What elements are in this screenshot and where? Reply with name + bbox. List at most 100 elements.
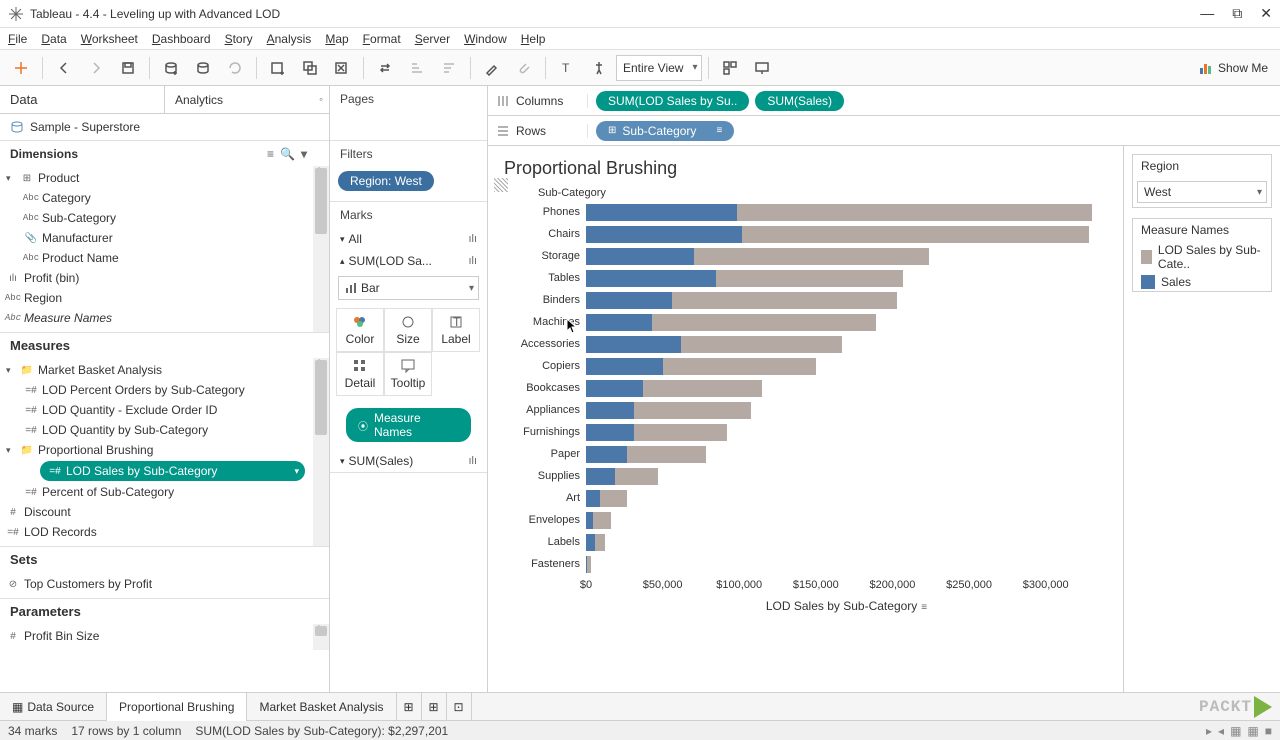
dimensions-scrollbar[interactable] bbox=[313, 166, 329, 332]
show-me-button[interactable]: Show Me bbox=[1192, 60, 1274, 76]
bar-sales[interactable] bbox=[586, 512, 593, 529]
marks-all[interactable]: ▾Allılı bbox=[330, 228, 487, 250]
region-select[interactable]: West bbox=[1137, 181, 1267, 203]
bar-row[interactable]: Binders bbox=[504, 289, 1107, 311]
menu-story[interactable]: Story bbox=[225, 32, 253, 46]
bar-row[interactable]: Machines bbox=[504, 311, 1107, 333]
menu-format[interactable]: Format bbox=[363, 32, 401, 46]
pages-shelf[interactable]: Pages bbox=[330, 86, 487, 112]
tab-analytics[interactable]: Analytics◦ bbox=[165, 86, 329, 113]
field-lod-records[interactable]: =#LOD Records bbox=[0, 522, 329, 542]
menu-map[interactable]: Map bbox=[325, 32, 348, 46]
sb-icon[interactable]: ▦ bbox=[1230, 724, 1241, 738]
field-category[interactable]: AbcCategory bbox=[0, 188, 329, 208]
marks-pill-measure-names[interactable]: ⦿Measure Names bbox=[346, 408, 471, 442]
presentation-button[interactable] bbox=[747, 54, 777, 82]
bar-sales[interactable] bbox=[586, 424, 634, 441]
field-profit-bin-[interactable]: ılıProfit (bin) bbox=[0, 268, 329, 288]
field-discount[interactable]: #Discount bbox=[0, 502, 329, 522]
bar-sales[interactable] bbox=[586, 380, 643, 397]
bar-row[interactable]: Fasteners bbox=[504, 553, 1107, 575]
bar-row[interactable]: Paper bbox=[504, 443, 1107, 465]
field-top-customers-by-profit[interactable]: ⊘Top Customers by Profit bbox=[0, 574, 329, 594]
bar-row[interactable]: Tables bbox=[504, 267, 1107, 289]
column-pill[interactable]: SUM(Sales) bbox=[755, 91, 844, 111]
marks-shelf1[interactable]: ▴SUM(LOD Sa...ılı bbox=[330, 250, 487, 272]
bar-row[interactable]: Chairs bbox=[504, 223, 1107, 245]
row-pill[interactable]: ⊞Sub-Category≡ bbox=[596, 121, 734, 141]
sb-icon[interactable]: ◂ bbox=[1218, 724, 1224, 738]
menu-data[interactable]: Data bbox=[41, 32, 66, 46]
forward-button[interactable] bbox=[81, 54, 111, 82]
column-pill[interactable]: SUM(LOD Sales by Su.. bbox=[596, 91, 749, 111]
marks-shelf2[interactable]: ▾SUM(Sales)ılı bbox=[330, 450, 487, 472]
field-profit-bin-size[interactable]: #Profit Bin Size bbox=[0, 626, 329, 646]
menu-server[interactable]: Server bbox=[415, 32, 450, 46]
labels-button[interactable]: T bbox=[552, 54, 582, 82]
bar-sales[interactable] bbox=[586, 446, 627, 463]
bar-sales[interactable] bbox=[586, 314, 652, 331]
legend-item[interactable]: LOD Sales by Sub-Cate.. bbox=[1133, 241, 1271, 273]
params-scrollbar[interactable] bbox=[313, 624, 329, 650]
duplicate-button[interactable] bbox=[295, 54, 325, 82]
bar-sales[interactable] bbox=[586, 248, 694, 265]
refresh-button[interactable] bbox=[220, 54, 250, 82]
legend-item[interactable]: Sales bbox=[1133, 273, 1271, 291]
bar-row[interactable]: Supplies bbox=[504, 465, 1107, 487]
show-cards-button[interactable] bbox=[715, 54, 745, 82]
highlight-button[interactable] bbox=[477, 54, 507, 82]
pause-data-button[interactable] bbox=[188, 54, 218, 82]
bar-row[interactable]: Appliances bbox=[504, 399, 1107, 421]
back-button[interactable] bbox=[49, 54, 79, 82]
menu-file[interactable]: File bbox=[8, 32, 27, 46]
bar-sales[interactable] bbox=[586, 226, 742, 243]
bar-sales[interactable] bbox=[586, 556, 587, 573]
field-measure-names[interactable]: AbcMeasure Names bbox=[0, 308, 329, 328]
mark-type-select[interactable]: Bar bbox=[338, 276, 479, 300]
field-lod-quantity-by-sub-category[interactable]: =#LOD Quantity by Sub-Category bbox=[0, 420, 329, 440]
field-product[interactable]: ▾⊞Product bbox=[0, 168, 329, 188]
save-button[interactable] bbox=[113, 54, 143, 82]
bar-sales[interactable] bbox=[586, 468, 615, 485]
datasource-row[interactable]: Sample - Superstore bbox=[0, 114, 329, 140]
columns-shelf[interactable]: Columns SUM(LOD Sales by Su..SUM(Sales) bbox=[488, 86, 1280, 116]
view-icon[interactable]: ≡ bbox=[267, 147, 274, 161]
field-proportional-brushing[interactable]: ▾📁Proportional Brushing bbox=[0, 440, 329, 460]
field-lod-sales-by-sub-category[interactable]: =#LOD Sales by Sub-Category▾ bbox=[40, 461, 305, 481]
field-lod-percent-orders-by-sub-category[interactable]: =#LOD Percent Orders by Sub-Category bbox=[0, 380, 329, 400]
sheet-tab-proportional-brushing[interactable]: Proportional Brushing bbox=[107, 693, 247, 721]
field-region[interactable]: AbcRegion bbox=[0, 288, 329, 308]
new-worksheet-button[interactable] bbox=[263, 54, 293, 82]
bar-row[interactable]: Envelopes bbox=[504, 509, 1107, 531]
new-dashboard-tab[interactable]: ⊞ bbox=[422, 693, 447, 721]
menu-analysis[interactable]: Analysis bbox=[267, 32, 312, 46]
marks-size[interactable]: Size bbox=[384, 308, 432, 352]
bar-row[interactable]: Accessories bbox=[504, 333, 1107, 355]
bar-row[interactable]: Furnishings bbox=[504, 421, 1107, 443]
bar-sales[interactable] bbox=[586, 204, 737, 221]
analytics-menu-icon[interactable]: ◦ bbox=[319, 94, 323, 106]
minimize-button[interactable]: — bbox=[1200, 5, 1214, 22]
field-sub-category[interactable]: AbcSub-Category bbox=[0, 208, 329, 228]
sb-icon[interactable]: ▦ bbox=[1247, 724, 1258, 738]
bar-sales[interactable] bbox=[586, 402, 634, 419]
tab-data[interactable]: Data bbox=[0, 86, 165, 113]
marks-label[interactable]: TLabel bbox=[432, 308, 480, 352]
pin-button[interactable] bbox=[584, 54, 614, 82]
fit-select[interactable]: Entire View bbox=[616, 55, 702, 81]
filter-pill-region[interactable]: Region: West bbox=[338, 171, 434, 191]
measures-scrollbar[interactable] bbox=[313, 358, 329, 546]
field-market-basket-analysis[interactable]: ▾📁Market Basket Analysis bbox=[0, 360, 329, 380]
bar-sales[interactable] bbox=[586, 292, 672, 309]
sort-desc-button[interactable] bbox=[434, 54, 464, 82]
bar-row[interactable]: Labels bbox=[504, 531, 1107, 553]
field-lod-quantity-exclude-order-id[interactable]: =#LOD Quantity - Exclude Order ID bbox=[0, 400, 329, 420]
menu-window[interactable]: Window bbox=[464, 32, 507, 46]
marks-tooltip[interactable]: Tooltip bbox=[384, 352, 432, 396]
bar-row[interactable]: Art bbox=[504, 487, 1107, 509]
bar-sales[interactable] bbox=[586, 270, 716, 287]
bar-row[interactable]: Storage bbox=[504, 245, 1107, 267]
field-manufacturer[interactable]: 📎Manufacturer bbox=[0, 228, 329, 248]
maximize-button[interactable]: ⧉ bbox=[1232, 5, 1242, 22]
menu-help[interactable]: Help bbox=[521, 32, 546, 46]
